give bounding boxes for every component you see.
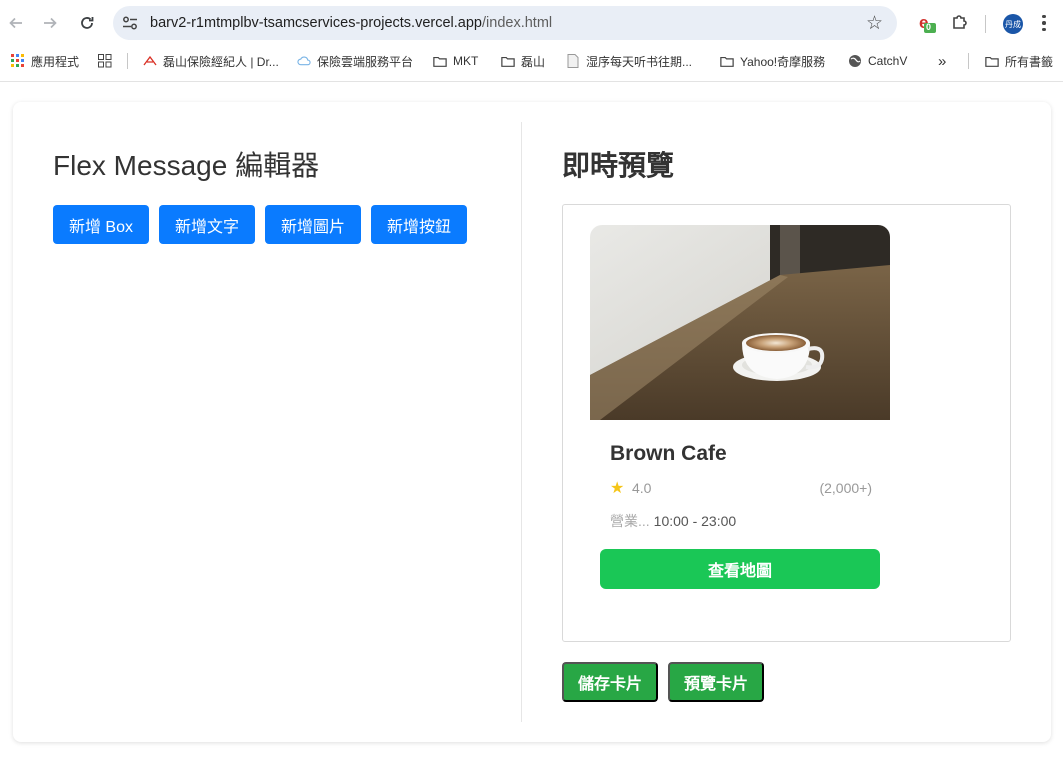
bookmark-label: 所有書籤 [1005, 54, 1054, 69]
bookmark-folder[interactable]: Yahoo!奇摩服務 [720, 52, 825, 70]
add-box-button[interactable]: 新增 Box [53, 205, 149, 244]
folder-icon [720, 54, 734, 68]
review-count: (2,000+) [819, 480, 872, 496]
preview-card-button[interactable]: 預覽卡片 [668, 662, 764, 702]
shop-name: Brown Cafe [610, 442, 727, 465]
overflow-chevron-icon: » [938, 52, 947, 70]
hours-label: 營業... [610, 513, 650, 529]
url-path: /index.html [482, 15, 553, 31]
arrow-right-icon [44, 17, 57, 29]
bookmark-label: 保險雲端服務平台 [317, 54, 414, 69]
apps-grid-icon [11, 54, 25, 68]
rating-value: 4.0 [632, 480, 652, 496]
bookmark-label: 應用程式 [31, 54, 80, 69]
forward-button[interactable] [38, 11, 62, 35]
star-icon: ★ [610, 480, 625, 497]
pdf-icon [143, 54, 157, 68]
extension-button[interactable]: e 0 [916, 12, 938, 34]
bookmark-label: 湿序每天听书往期... [586, 54, 693, 69]
address-bar[interactable]: barv2-r1mtmplbv-tsamcservices-projects.v… [113, 6, 897, 40]
rating-row: ★ 4.0 (2,000+) [610, 480, 872, 498]
preview-title: 即時預覽 [562, 150, 675, 181]
url-text[interactable]: barv2-r1mtmplbv-tsamcservices-projects.v… [150, 15, 552, 31]
bookmarks-bar: 應用程式 磊山保險經紀人 | Dr... 保險雲端服務平台 MKT 磊山 湿序每… [0, 46, 1063, 76]
coffee-photo-image [590, 225, 890, 420]
page-icon [566, 54, 580, 68]
back-button[interactable] [4, 11, 28, 35]
bookmark-folder[interactable]: 磊山 [501, 52, 545, 70]
puzzle-icon [953, 15, 967, 29]
bookmark-apps[interactable]: 應用程式 [11, 52, 79, 70]
cloud-icon [297, 54, 311, 68]
globe-icon [848, 54, 862, 68]
bookmark-divider [968, 53, 969, 69]
view-map-button[interactable]: 查看地圖 [600, 549, 880, 589]
bookmark-item[interactable]: 磊山保險經紀人 | Dr... [143, 52, 279, 70]
folder-icon [501, 54, 515, 68]
hours-row: 營業... 10:00 - 23:00 [610, 511, 736, 531]
preview-panel: Brown Cafe ★ 4.0 (2,000+) 營業... 10:00 - 2… [562, 204, 1011, 642]
bookmark-divider [127, 53, 128, 69]
bookmark-item[interactable]: CatchV [848, 52, 907, 70]
url-host: barv2-r1mtmplbv-tsamcservices-projects.v… [150, 15, 482, 31]
bookmark-label: Yahoo!奇摩服務 [740, 54, 826, 69]
add-image-button[interactable]: 新增圖片 [265, 205, 361, 244]
save-card-button[interactable]: 儲存卡片 [562, 662, 658, 702]
editor-title: Flex Message 編輯器 [53, 150, 320, 181]
site-info-icon[interactable] [121, 14, 139, 32]
bookmark-label: 磊山 [521, 54, 546, 69]
reload-icon [81, 17, 94, 29]
page-viewport: Flex Message 編輯器 新增 Box 新增文字 新增圖片 新增按鈕 即… [0, 82, 1063, 772]
bookmark-label: CatchV [868, 54, 908, 68]
bookmarks-overflow-button[interactable]: » [938, 52, 946, 70]
all-bookmarks-folder[interactable]: 所有書籤 [985, 52, 1053, 70]
folder-icon [985, 54, 999, 68]
bookmark-label: 磊山保險經紀人 | Dr... [163, 54, 279, 69]
extensions-button[interactable] [950, 12, 972, 34]
menu-kebab-icon[interactable] [1038, 12, 1050, 34]
hero-image [590, 225, 890, 420]
toolbar-divider [985, 15, 986, 33]
bookmark-item[interactable]: 湿序每天听书往期... [566, 52, 692, 70]
profile-avatar[interactable]: 丹成 [1003, 14, 1023, 34]
folder-icon [433, 54, 447, 68]
panel-divider [521, 122, 522, 722]
hours-value: 10:00 - 23:00 [653, 513, 737, 529]
add-text-button[interactable]: 新增文字 [159, 205, 255, 244]
add-button-button[interactable]: 新增按鈕 [371, 205, 467, 244]
bookmark-label: MKT [453, 54, 479, 68]
browser-toolbar: barv2-r1mtmplbv-tsamcservices-projects.v… [0, 0, 1063, 46]
editor-container: Flex Message 編輯器 新增 Box 新增文字 新增圖片 新增按鈕 即… [13, 102, 1051, 742]
arrow-left-icon [9, 17, 22, 29]
tab-groups-icon [98, 54, 112, 68]
bookmark-tab-groups[interactable] [98, 52, 112, 70]
flex-bubble-card: Brown Cafe ★ 4.0 (2,000+) 營業... 10:00 - 2… [590, 225, 890, 625]
reload-button[interactable] [75, 11, 99, 35]
extension-badge: 0 [926, 22, 932, 32]
bookmark-item[interactable]: 保險雲端服務平台 [297, 52, 413, 70]
bookmark-folder[interactable]: MKT [433, 52, 478, 70]
bookmark-star-icon[interactable]: ☆ [866, 12, 883, 35]
